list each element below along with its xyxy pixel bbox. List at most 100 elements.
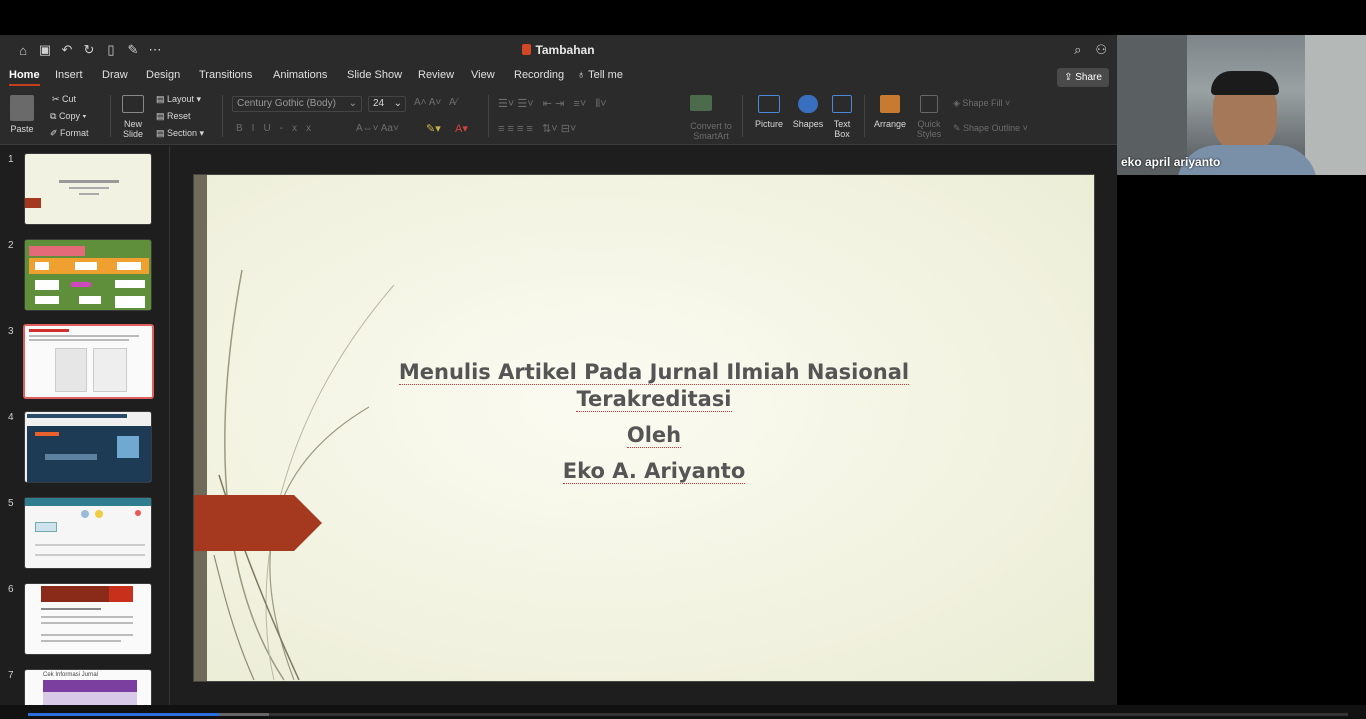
convert-label-1: Convert to bbox=[690, 121, 732, 131]
slide-title-line-2: Terakreditasi bbox=[576, 387, 732, 412]
tab-home[interactable]: Home bbox=[9, 69, 40, 86]
quick-styles-label-2: Styles bbox=[916, 129, 942, 139]
current-slide[interactable]: Menulis Artikel Pada Jurnal Ilmiah Nasio… bbox=[193, 174, 1095, 682]
list-icons[interactable]: ☰˅ ☰˅ ⇤ ⇥ ≡˅ ⫴˅ bbox=[498, 97, 607, 111]
tab-draw[interactable]: Draw bbox=[102, 69, 128, 81]
tab-slide-show[interactable]: Slide Show bbox=[347, 69, 402, 81]
quick-styles-button[interactable]: Quick Styles bbox=[914, 95, 944, 139]
new-slide-button[interactable]: New Slide bbox=[117, 95, 149, 139]
font-size-dropdown[interactable]: 24 ⌄ bbox=[368, 96, 406, 112]
picture-label: Picture bbox=[754, 119, 783, 129]
slide-thumbnail-5[interactable] bbox=[24, 497, 152, 569]
reset-button[interactable]: ▤ Reset bbox=[156, 111, 191, 122]
tab-design[interactable]: Design bbox=[146, 69, 180, 81]
slide-thumbnail-1[interactable] bbox=[24, 153, 152, 225]
picture-icon bbox=[758, 95, 780, 113]
slide-title: Menulis Artikel Pada Jurnal Ilmiah Nasio… bbox=[354, 359, 954, 413]
progress-buffer bbox=[219, 713, 270, 716]
ribbon-tabs: Home Insert Draw Design Transitions Anim… bbox=[0, 65, 1117, 89]
participant-video[interactable]: eko april ariyanto bbox=[1117, 35, 1366, 175]
tell-me-label: Tell me bbox=[588, 69, 623, 81]
slide-editor: Menulis Artikel Pada Jurnal Ilmiah Nasio… bbox=[171, 146, 1117, 705]
spacing-case-icons[interactable]: A⇔˅ Aa˅ bbox=[356, 123, 399, 134]
shape-outline-button[interactable]: ✎ Shape Outline ˅ bbox=[953, 123, 1028, 134]
tab-recording[interactable]: Recording bbox=[514, 69, 564, 81]
powerpoint-window: ⌂ ▣ ↶ ↻ ▯ ✎ ⋯ Tambahan ⌕ ⚇ Home Insert D… bbox=[0, 35, 1117, 705]
progress-track[interactable] bbox=[28, 713, 1348, 716]
scissors-icon: ✂ bbox=[52, 94, 63, 104]
ribbon-home: Paste ✂ Cut ⧉ Copy ▾ ✐ Format New Slide … bbox=[0, 89, 1117, 145]
section-button[interactable]: ▤ Section ▾ bbox=[156, 128, 204, 139]
font-name-dropdown[interactable]: Century Gothic (Body) ⌄ bbox=[232, 96, 362, 112]
layout-icon: ▤ bbox=[156, 94, 168, 104]
copy-button[interactable]: ⧉ Copy ▾ bbox=[50, 111, 86, 122]
tab-transitions[interactable]: Transitions bbox=[199, 69, 252, 81]
convert-smartart-button[interactable]: Convert to SmartArt bbox=[688, 121, 734, 141]
document-title-text: Tambahan bbox=[535, 43, 595, 57]
picture-button[interactable]: Picture bbox=[752, 95, 786, 129]
slide-thumbnail-6[interactable] bbox=[24, 583, 152, 655]
new-slide-label-1: New bbox=[123, 119, 142, 129]
text-box-label-1: Text bbox=[833, 119, 851, 129]
paste-label: Paste bbox=[10, 124, 34, 134]
reset-icon: ▤ bbox=[156, 111, 168, 121]
participant-name: eko april ariyanto bbox=[1121, 155, 1221, 169]
font-color-icon[interactable]: A▾ bbox=[455, 122, 468, 135]
shape-fill-label: Shape Fill bbox=[962, 98, 1003, 108]
shapes-button[interactable]: Shapes bbox=[790, 95, 826, 129]
pen-icon: ✎ bbox=[953, 123, 964, 133]
lightbulb-icon: ♁ bbox=[577, 69, 589, 81]
slide-number: 5 bbox=[8, 498, 14, 509]
document-title: Tambahan bbox=[0, 43, 1117, 57]
tab-review[interactable]: Review bbox=[418, 69, 454, 81]
new-slide-icon bbox=[122, 95, 144, 113]
video-background-right bbox=[1305, 35, 1366, 175]
format-label: Format bbox=[60, 128, 89, 138]
arrange-button[interactable]: Arrange bbox=[872, 95, 908, 129]
layout-label: Layout bbox=[167, 94, 195, 104]
brush-icon: ✐ bbox=[50, 128, 61, 138]
shapes-label: Shapes bbox=[792, 119, 824, 129]
tab-insert[interactable]: Insert bbox=[55, 69, 83, 81]
arrange-icon bbox=[880, 95, 900, 113]
tab-view[interactable]: View bbox=[471, 69, 495, 81]
search-icon[interactable]: ⌕ bbox=[1074, 42, 1081, 58]
cut-button[interactable]: ✂ Cut bbox=[52, 94, 76, 105]
align-icons[interactable]: ≡ ≡ ≡ ≡ ⇅˅ ⊟˅ bbox=[498, 122, 576, 135]
chevron-down-icon: ⌄ bbox=[393, 98, 402, 109]
divider bbox=[864, 95, 865, 137]
slide-thumbnail-4[interactable] bbox=[24, 411, 152, 483]
copy-label: Copy bbox=[58, 111, 80, 121]
title-bar-right: ⌕ ⚇ bbox=[1074, 42, 1107, 58]
font-name-value: Century Gothic (Body) bbox=[237, 98, 336, 109]
slide-thumbnail-3[interactable] bbox=[23, 324, 154, 399]
title-bar: ⌂ ▣ ↶ ↻ ▯ ✎ ⋯ Tambahan ⌕ ⚇ bbox=[0, 35, 1117, 65]
shape-fill-button[interactable]: ◈ Shape Fill ˅ bbox=[953, 98, 1010, 109]
text-box-button[interactable]: Text Box bbox=[830, 95, 854, 139]
highlight-color-icon[interactable]: ✎▾ bbox=[426, 122, 441, 135]
paint-bucket-icon: ◈ bbox=[953, 98, 963, 108]
font-style-icons[interactable]: BIU‑xx bbox=[236, 123, 320, 134]
section-icon: ▤ bbox=[156, 128, 168, 138]
paste-button[interactable]: Paste bbox=[10, 95, 34, 134]
slide-number: 3 bbox=[8, 326, 14, 337]
tell-me[interactable]: ♁ Tell me bbox=[577, 69, 623, 81]
grow-shrink-font-icons[interactable]: A˄ A˅ A⁄ bbox=[414, 97, 457, 108]
smartart-icon bbox=[690, 95, 712, 111]
tab-animations[interactable]: Animations bbox=[273, 69, 327, 81]
text-box-label-2: Box bbox=[834, 129, 850, 139]
hair bbox=[1211, 71, 1279, 95]
share-button[interactable]: ⇪ Share bbox=[1057, 68, 1109, 87]
slide-number: 7 bbox=[8, 670, 14, 681]
new-slide-label-2: Slide bbox=[122, 129, 143, 139]
powerpoint-icon bbox=[522, 44, 532, 55]
collaborate-icon[interactable]: ⚇ bbox=[1095, 42, 1107, 58]
format-painter-button[interactable]: ✐ Format bbox=[50, 128, 89, 139]
slide-thumbnail-2[interactable] bbox=[24, 239, 152, 311]
slide-author-text: Eko A. Ariyanto bbox=[562, 459, 746, 484]
slide-7-title: Cek Informasi Jurnal bbox=[43, 672, 99, 678]
video-background-left bbox=[1117, 35, 1187, 175]
section-label: Section bbox=[167, 128, 198, 138]
slide-thumbnail-7[interactable]: Cek Informasi Jurnal bbox=[24, 669, 152, 705]
layout-button[interactable]: ▤ Layout ▾ bbox=[156, 94, 201, 105]
